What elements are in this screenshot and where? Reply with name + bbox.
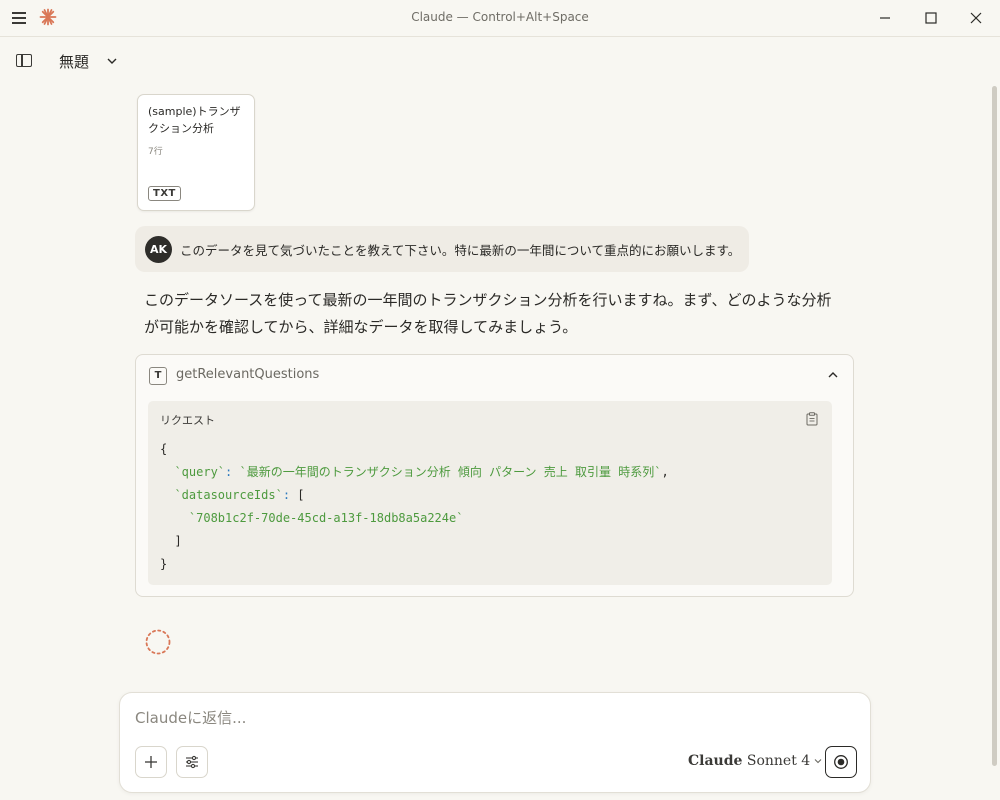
model-name: Sonnet 4 bbox=[746, 753, 811, 769]
plus-icon bbox=[145, 756, 157, 768]
composer: Claude Sonnet 4 bbox=[119, 692, 871, 793]
request-label: リクエスト bbox=[160, 414, 215, 427]
chevron-down-icon bbox=[814, 759, 822, 764]
user-message: AK このデータを見て気づいたことを教えて下さい。特に最新の一年間について重点的… bbox=[135, 226, 749, 272]
code-datasource-key: `datasourceIds` bbox=[174, 488, 283, 502]
chevron-down-icon[interactable] bbox=[106, 55, 118, 67]
tool-name[interactable]: getRelevantQuestions bbox=[176, 367, 319, 382]
record-icon bbox=[834, 755, 848, 769]
code-close-brace: } bbox=[160, 557, 168, 571]
chat-title[interactable]: 無題 bbox=[59, 51, 89, 72]
sliders-icon bbox=[186, 755, 198, 769]
model-selector[interactable]: Claude Sonnet 4 bbox=[688, 753, 823, 769]
loading-spinner-icon bbox=[145, 629, 171, 655]
user-message-text: このデータを見て気づいたことを教えて下さい。特に最新の一年間について重点的にお願… bbox=[180, 243, 741, 258]
tool-call-panel: T getRelevantQuestions リクエスト { `query`: … bbox=[135, 354, 854, 597]
chevron-up-icon[interactable] bbox=[827, 369, 839, 381]
add-attachment-button[interactable] bbox=[135, 746, 167, 778]
attachment-type-badge: TXT bbox=[148, 186, 181, 201]
code-query-key: `query` bbox=[174, 465, 226, 479]
model-brand: Claude bbox=[688, 753, 743, 769]
maximize-icon[interactable] bbox=[922, 9, 940, 27]
request-code: { `query`: `最新の一年間のトランザクション分析 傾向 パターン 売上… bbox=[160, 442, 669, 571]
attachment-card[interactable]: (sample)トランザクション分析 7行 TXT bbox=[137, 94, 255, 211]
code-close-bracket: ] bbox=[174, 534, 182, 548]
clipboard-icon[interactable] bbox=[806, 412, 818, 426]
reply-input[interactable] bbox=[135, 709, 835, 727]
scrollbar[interactable] bbox=[992, 86, 997, 766]
attachment-name: (sample)トランザクション分析 bbox=[148, 105, 241, 135]
minimize-icon[interactable] bbox=[876, 9, 894, 27]
tools-button[interactable] bbox=[176, 746, 208, 778]
request-panel: リクエスト { `query`: `最新の一年間のトランザクション分析 傾向 パ… bbox=[148, 401, 832, 585]
tool-icon: T bbox=[149, 367, 167, 385]
close-icon[interactable] bbox=[967, 9, 985, 27]
code-open-brace: { bbox=[160, 442, 168, 456]
code-query-value: `最新の一年間のトランザクション分析 傾向 パターン 売上 取引量 時系列` bbox=[239, 465, 662, 479]
code-open-bracket: [ bbox=[297, 488, 305, 502]
assistant-message-text: このデータソースを使って最新の一年間のトランザクション分析を行いますね。まず、ど… bbox=[144, 291, 832, 336]
attachment-line-count: 7行 bbox=[148, 147, 163, 157]
code-datasource-id: `708b1c2f-70de-45cd-a13f-18db8a5a224e` bbox=[188, 511, 464, 525]
voice-mode-button[interactable] bbox=[825, 746, 857, 778]
avatar: AK bbox=[145, 236, 172, 263]
sidebar-toggle-icon[interactable] bbox=[16, 54, 32, 67]
window-title: Claude — Control+Alt+Space bbox=[411, 10, 589, 24]
title-bar: Claude — Control+Alt+Space bbox=[0, 0, 1000, 37]
chat-toolbar: 無題 bbox=[0, 37, 1000, 85]
